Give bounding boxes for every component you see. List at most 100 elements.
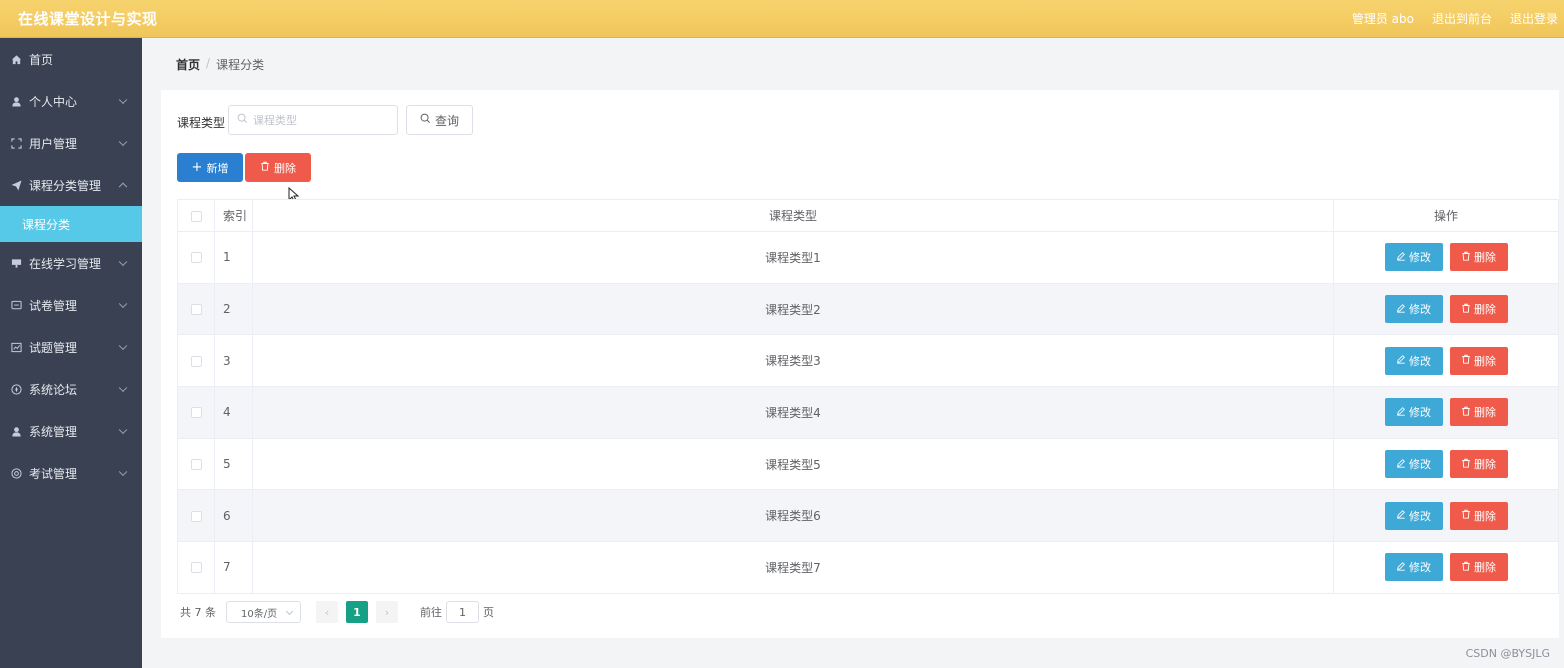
sidebar-item-label: 课程分类管理 [29,178,102,193]
row-select-cell [177,386,215,439]
delete-button[interactable]: 删除 [1449,346,1508,375]
pagination: 共 7 条 10条/页 ‹ 1 › 前往 页 [180,601,494,623]
edit-button[interactable]: 修改 [1384,398,1443,427]
row-index: 4 [214,386,253,439]
content-panel: 课程类型 查询 + 新增 删除 [161,90,1559,638]
batch-delete-button[interactable]: 删除 [245,153,311,182]
row-course-type: 课程类型7 [252,541,1334,594]
delete-button[interactable]: 删除 [1449,398,1508,427]
logout-link[interactable]: 退出登录 [1510,10,1558,27]
edit-button[interactable]: 修改 [1384,553,1443,582]
row-course-type: 课程类型2 [252,282,1334,336]
delete-button-label: 删除 [1474,458,1496,472]
row-checkbox[interactable] [190,510,202,522]
compass-icon [10,383,22,395]
user-icon [10,95,22,107]
goto-page-input[interactable] [446,601,479,623]
pagination-total: 共 7 条 [180,606,216,619]
query-button-label: 查询 [434,113,459,128]
chevron-down-icon [118,95,128,105]
row-index: 3 [214,334,253,388]
breadcrumb-current: 课程分类 [216,58,265,72]
exit-to-front-link[interactable]: 退出到前台 [1432,10,1492,27]
select-all-cell [177,199,215,232]
edit-button[interactable]: 修改 [1384,346,1443,375]
prev-page-button[interactable]: ‹ [316,601,338,623]
sidebar-item-question-management[interactable]: 试题管理 [0,326,142,368]
header-actions: 管理员 abo 退出到前台 退出登录 [1352,10,1558,27]
sidebar-item-label: 个人中心 [29,94,78,109]
row-checkbox[interactable] [190,252,202,264]
edit-icon [1396,406,1406,419]
table-row: 7 课程类型7 修改 删除 [177,541,1559,594]
delete-button-label: 删除 [1474,303,1496,317]
query-button[interactable]: 查询 [406,105,473,135]
delete-button[interactable]: 删除 [1449,450,1508,479]
sidebar-subitem-course-category[interactable]: 课程分类 [0,206,142,242]
row-checkbox[interactable] [190,407,202,419]
edit-button[interactable]: 修改 [1384,450,1443,479]
chevron-up-icon [118,182,128,192]
table-row: 6 课程类型6 修改 删除 [177,489,1559,543]
top-header: 在线课堂设计与实现 管理员 abo 退出到前台 退出登录 [0,0,1564,38]
edit-icon [1396,303,1406,316]
table-row: 3 课程类型3 修改 删除 [177,334,1559,388]
sidebar-item-course-category-management[interactable]: 课程分类管理 [0,164,142,206]
delete-button-label: 删除 [1474,561,1496,575]
edit-button-label: 修改 [1409,354,1431,368]
page-number-button[interactable]: 1 [346,601,368,623]
sidebar-item-personal-center[interactable]: 个人中心 [0,80,142,122]
row-checkbox[interactable] [190,355,202,367]
monitor-icon [10,257,22,269]
sidebar-item-online-learning-management[interactable]: 在线学习管理 [0,242,142,284]
sidebar-item-label: 系统管理 [29,424,78,439]
row-index: 1 [214,231,253,284]
page-size-select[interactable]: 10条/页 [226,601,301,623]
message-icon [10,299,22,311]
chevron-right-icon: › [384,605,390,619]
delete-button[interactable]: 删除 [1449,243,1508,272]
row-index: 2 [214,282,253,336]
page-unit-label: 页 [483,606,494,619]
table-row: 2 课程类型2 修改 删除 [177,282,1559,336]
user-icon [10,425,22,437]
row-course-type: 课程类型3 [252,334,1334,388]
sidebar-item-exam-management[interactable]: 考试管理 [0,452,142,494]
row-operations: 修改 删除 [1333,386,1559,439]
search-label: 课程类型 [177,116,226,130]
add-button[interactable]: + 新增 [177,153,243,182]
sidebar-item-exam-paper-management[interactable]: 试卷管理 [0,284,142,326]
edit-button[interactable]: 修改 [1384,295,1443,324]
chevron-down-icon [118,257,128,267]
pagination-goto: 前往 页 [420,601,494,623]
sidebar-item-label: 试卷管理 [29,298,78,313]
sidebar-item-user-management[interactable]: 用户管理 [0,122,142,164]
sidebar-item-system-management[interactable]: 系统管理 [0,410,142,452]
edit-button-label: 修改 [1409,561,1431,575]
breadcrumb-home[interactable]: 首页 [176,56,200,73]
edit-button-label: 修改 [1409,251,1431,265]
sidebar-item-label: 考试管理 [29,466,78,481]
next-page-button[interactable]: › [376,601,398,623]
delete-button[interactable]: 删除 [1449,553,1508,582]
row-checkbox[interactable] [190,304,202,316]
trash-icon [1461,354,1471,367]
delete-button[interactable]: 删除 [1449,501,1508,530]
select-all-checkbox[interactable] [190,210,202,222]
search-field[interactable] [228,105,398,135]
edit-button[interactable]: 修改 [1384,243,1443,272]
sidebar-item-home[interactable]: 首页 [0,38,142,80]
send-icon [10,179,22,191]
trash-icon [1461,406,1471,419]
sidebar-item-label: 系统论坛 [29,382,78,397]
row-checkbox[interactable] [190,459,202,471]
edit-button[interactable]: 修改 [1384,501,1443,530]
admin-user-label[interactable]: 管理员 abo [1352,10,1414,27]
search-input[interactable] [253,113,393,127]
row-course-type: 课程类型4 [252,386,1334,439]
sidebar-item-system-forum[interactable]: 系统论坛 [0,368,142,410]
delete-button[interactable]: 删除 [1449,295,1508,324]
sidebar-item-label: 首页 [29,52,54,67]
chevron-down-icon [118,425,128,435]
row-checkbox[interactable] [190,562,202,574]
